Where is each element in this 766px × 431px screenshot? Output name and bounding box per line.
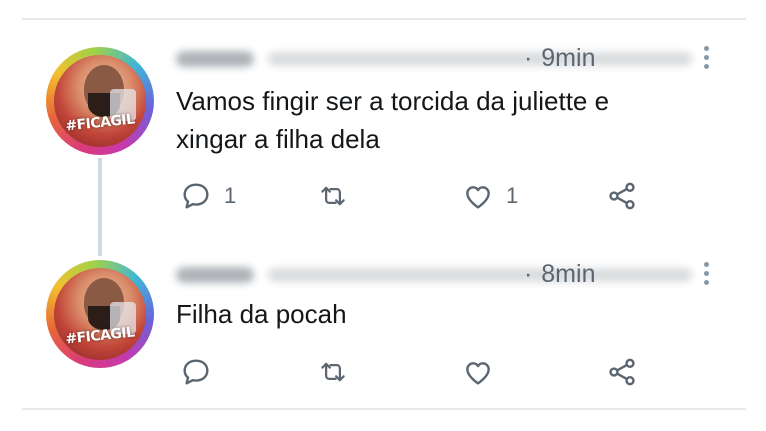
- tweet-text: Vamos fingir ser a torcida da juliette e…: [176, 82, 696, 158]
- tweet-text-line: Vamos fingir ser a torcida da juliette e: [176, 86, 610, 116]
- tweet-header: · 9min: [176, 42, 716, 72]
- separator-dot: ·: [524, 44, 533, 72]
- avatar-photo: #FICAGIL: [54, 268, 146, 360]
- reply-button[interactable]: [180, 352, 224, 392]
- tweet-actions: [176, 352, 656, 392]
- retweet-button[interactable]: [316, 176, 362, 216]
- like-count: 1: [506, 183, 519, 208]
- like-button[interactable]: 1: [462, 176, 518, 216]
- separator-dot: ·: [524, 260, 533, 288]
- avatar-photo: #FICAGIL: [54, 55, 146, 147]
- avatar[interactable]: #FICAGIL: [46, 260, 154, 368]
- retweet-icon: [321, 362, 345, 382]
- display-name-redacted[interactable]: [176, 51, 254, 67]
- avatar-hashtag: #FICAGIL: [64, 111, 136, 135]
- tweet-text-line: Filha da pocah: [176, 299, 347, 329]
- retweet-icon: [321, 186, 345, 206]
- bottom-divider: [22, 408, 746, 410]
- tweet-text: Filha da pocah: [176, 295, 696, 333]
- avatar-hashtag: #FICAGIL: [64, 324, 136, 348]
- username-redacted[interactable]: [268, 268, 692, 282]
- tweet-timestamp[interactable]: · 9min: [524, 44, 595, 73]
- timestamp-text: 9min: [541, 44, 596, 72]
- tweet-text-line: xingar a filha dela: [176, 124, 380, 154]
- reply-count: 1: [224, 183, 237, 208]
- timestamp-text: 8min: [541, 260, 596, 288]
- share-button[interactable]: [606, 176, 638, 216]
- share-icon: [609, 358, 635, 386]
- tweet-header: · 8min: [176, 258, 716, 288]
- thread-connector-line: [98, 158, 102, 256]
- reply-icon: [183, 183, 209, 209]
- tweet-timestamp[interactable]: · 8min: [524, 260, 595, 289]
- share-icon: [609, 182, 635, 210]
- retweet-button[interactable]: [316, 352, 362, 392]
- tweet-actions: 1 1: [176, 176, 656, 216]
- username-redacted[interactable]: [268, 52, 692, 66]
- tweet[interactable]: #FICAGIL · 8min Filha da pocah: [0, 248, 766, 398]
- more-options-icon[interactable]: [700, 46, 712, 76]
- like-button[interactable]: [462, 352, 506, 392]
- top-divider: [22, 18, 746, 20]
- like-icon: [466, 362, 490, 385]
- like-icon: [466, 186, 490, 209]
- reply-icon: [183, 359, 209, 385]
- reply-button[interactable]: 1: [180, 176, 236, 216]
- more-options-icon[interactable]: [700, 262, 712, 292]
- display-name-redacted[interactable]: [176, 267, 254, 283]
- tweet[interactable]: #FICAGIL · 9min Vamos fingir ser a torci…: [0, 30, 766, 240]
- avatar[interactable]: #FICAGIL: [46, 47, 154, 155]
- share-button[interactable]: [606, 352, 638, 392]
